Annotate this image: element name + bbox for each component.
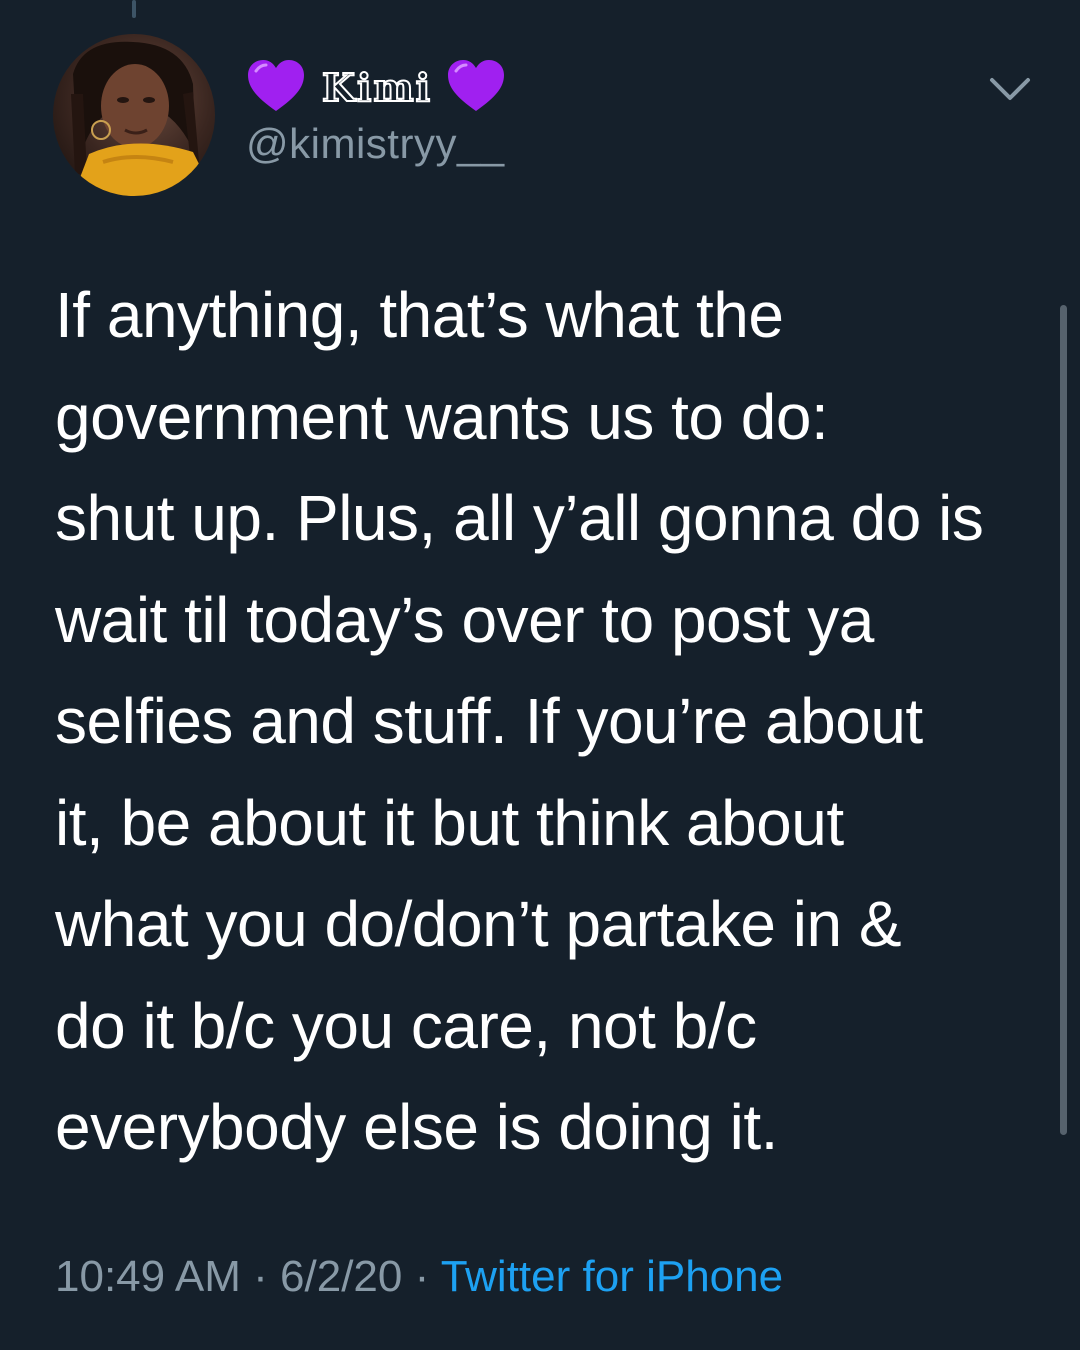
- tweet-text-line: If anything, that’s what the: [55, 279, 784, 351]
- avatar[interactable]: [53, 34, 215, 196]
- scrollbar[interactable]: [1060, 305, 1067, 1135]
- thread-connector-line: [132, 0, 136, 18]
- purple-heart-icon: [446, 59, 506, 115]
- tweet-text-line: shut up. Plus, all y’all gonna do is: [55, 482, 984, 554]
- tweet-text-line: everybody else is doing it.: [55, 1091, 778, 1163]
- author-display-name: Kimi: [321, 64, 433, 111]
- tweet-metadata: 10:49 AM · 6/2/20 · Twitter for iPhone: [55, 1252, 783, 1302]
- tweet-text: If anything, that’s what the government …: [55, 265, 1055, 1179]
- tweet-text-line: do it b/c you care, not b/c: [55, 989, 757, 1062]
- tweet-time[interactable]: 10:49 AM: [55, 1252, 241, 1301]
- tweet-text-line: selfies and stuff. If you’re about: [55, 685, 923, 757]
- purple-heart-icon: [246, 59, 306, 115]
- meta-separator: ·: [414, 1252, 430, 1301]
- tweet-text-line: wait til today’s over to post ya: [55, 583, 874, 656]
- tweet-source-link[interactable]: Twitter for iPhone: [441, 1252, 783, 1301]
- tweet-text-line: it, be about it but think about: [55, 786, 844, 859]
- meta-separator: ·: [253, 1252, 268, 1301]
- tweet-date[interactable]: 6/2/20: [280, 1252, 402, 1301]
- tweet-text-line: government wants us to do:: [55, 380, 829, 453]
- chevron-down-icon[interactable]: [988, 70, 1032, 106]
- author-handle[interactable]: @kimistryy__: [246, 120, 505, 168]
- tweet-text-line: what you do/don’t partake in &: [55, 888, 902, 960]
- author-name-row[interactable]: Kimi: [246, 58, 506, 116]
